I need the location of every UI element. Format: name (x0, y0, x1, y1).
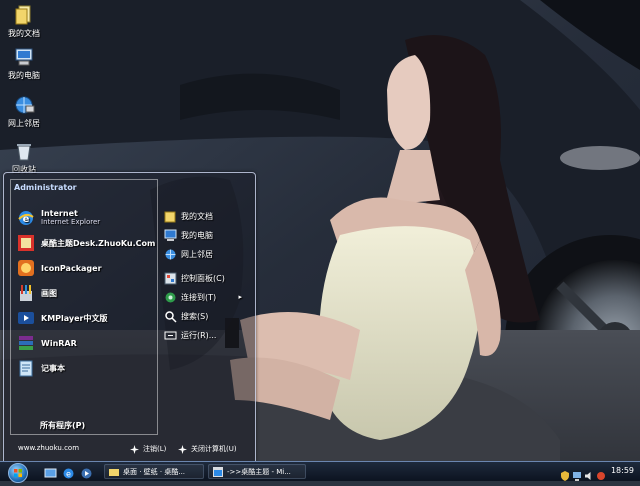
place-network[interactable]: 网上邻居 (164, 245, 254, 263)
power-icon (178, 444, 187, 454)
network-icon (13, 94, 35, 116)
place-label: 控制面板(C) (181, 273, 225, 283)
folder-documents-icon (164, 210, 177, 223)
taskbar: e 桌面 · 壁纸 · 桌酷... ->>桌酷主题 - Mi... 18:59 (0, 461, 640, 483)
start-button[interactable] (8, 463, 28, 483)
logoff-label: 注销(L) (143, 445, 167, 453)
start-menu-user-name: Administrator (14, 183, 77, 192)
winrar-icon (16, 333, 36, 353)
program-notepad[interactable]: 记事本 (16, 357, 156, 379)
program-kmplayer[interactable]: KMPlayer中文版 (16, 307, 156, 329)
computer-icon (13, 46, 35, 68)
all-programs-button[interactable]: 所有程序(P) (40, 420, 85, 431)
internet-explorer-icon: e (16, 208, 36, 228)
program-iconpackager[interactable]: IconPackager (16, 257, 156, 279)
place-label: 我的文档 (181, 211, 213, 221)
program-label: 画图 (41, 288, 57, 298)
place-label: 网上邻居 (181, 249, 213, 259)
place-label: 我的电脑 (181, 230, 213, 240)
kmplayer-icon (16, 308, 36, 328)
windows-logo-icon (14, 469, 22, 477)
run-icon (164, 329, 177, 342)
start-menu: Administrator e Internet Internet Explor… (3, 172, 256, 462)
place-my-computer[interactable]: 我的电脑 (164, 226, 254, 244)
recycle-bin-icon (13, 140, 35, 162)
quicklaunch-ie-icon[interactable]: e (62, 465, 75, 479)
desktop-icon-label: 网上邻居 (8, 119, 40, 128)
taskbar-clock[interactable]: 18:59 (611, 466, 634, 475)
quicklaunch-show-desktop-icon[interactable] (44, 465, 57, 478)
key-icon (130, 444, 139, 454)
tray-network-icon[interactable] (572, 466, 582, 481)
place-run[interactable]: 运行(R)... (164, 326, 254, 344)
desktop-icon-label: 我的电脑 (8, 71, 40, 80)
browser-icon (213, 466, 223, 477)
folder-documents-icon (13, 4, 35, 26)
svg-text:e: e (23, 214, 30, 225)
system-tray: 18:59 (558, 462, 640, 481)
quicklaunch-media-icon[interactable] (80, 465, 93, 479)
place-my-documents[interactable]: 我的文档 (164, 207, 254, 225)
shutdown-label: 关闭计算机(U) (191, 445, 237, 453)
tray-shield-icon[interactable] (560, 466, 570, 481)
folder-icon (109, 467, 119, 477)
notepad-icon (16, 358, 36, 378)
desktop-icon-recycle-bin[interactable]: 回收站 (0, 140, 48, 175)
zhuoku-url: www.zhuoku.com (18, 444, 80, 452)
desktop-icon-label: 我的文档 (8, 29, 40, 38)
computer-icon (164, 229, 177, 242)
program-winrar[interactable]: WinRAR (16, 332, 156, 354)
program-label: 桌酷主题Desk.ZhuoKu.Com (41, 238, 156, 248)
control-panel-icon (164, 272, 177, 285)
zhuoku-icon (16, 233, 36, 253)
paint-icon (16, 283, 36, 303)
svg-text:e: e (66, 470, 71, 479)
tray-volume-icon[interactable] (584, 466, 594, 480)
program-label: Internet (41, 209, 78, 218)
search-icon (164, 310, 177, 323)
desktop-icon-my-computer[interactable]: 我的电脑 (0, 46, 48, 81)
taskbar-button-zhuoku-theme[interactable]: ->>桌酷主题 - Mi... (208, 464, 306, 479)
task-label: 桌面 · 壁纸 · 桌酷... (123, 467, 186, 476)
logoff-button[interactable]: 注销(L) (130, 444, 166, 454)
iconpackager-icon (16, 258, 36, 278)
program-label: 记事本 (41, 363, 65, 373)
shutdown-button[interactable]: 关闭计算机(U) (178, 444, 237, 454)
submenu-arrow-icon: ▸ (238, 293, 242, 301)
place-control-panel[interactable]: 控制面板(C) (164, 269, 254, 287)
taskbar-button-desktop-wallpaper[interactable]: 桌面 · 壁纸 · 桌酷... (104, 464, 204, 479)
place-search[interactable]: 搜索(S) (164, 307, 254, 325)
program-label: IconPackager (41, 263, 102, 273)
desktop-icon-network[interactable]: 网上邻居 (0, 94, 48, 129)
program-internet-explorer[interactable]: e Internet Internet Explorer (16, 207, 156, 229)
place-connect-to[interactable]: 连接到(T) ▸ (164, 288, 254, 306)
tray-security-icon[interactable] (596, 466, 606, 480)
desktop-icon-my-documents[interactable]: 我的文档 (0, 4, 48, 39)
program-label: KMPlayer中文版 (41, 313, 108, 323)
connect-icon (164, 291, 177, 304)
start-menu-footer: www.zhuoku.com 注销(L) 关闭计算机(U) (4, 437, 255, 461)
place-label: 搜索(S) (181, 311, 209, 321)
program-label: WinRAR (41, 338, 77, 348)
task-label: ->>桌酷主题 - Mi... (227, 467, 291, 476)
place-label: 运行(R)... (181, 330, 217, 340)
program-paint[interactable]: 画图 (16, 282, 156, 304)
program-sublabel: Internet Explorer (41, 218, 101, 226)
place-label: 连接到(T) (181, 292, 217, 302)
network-icon (164, 248, 177, 261)
program-zhuoku[interactable]: 桌酷主题Desk.ZhuoKu.Com (16, 232, 156, 254)
